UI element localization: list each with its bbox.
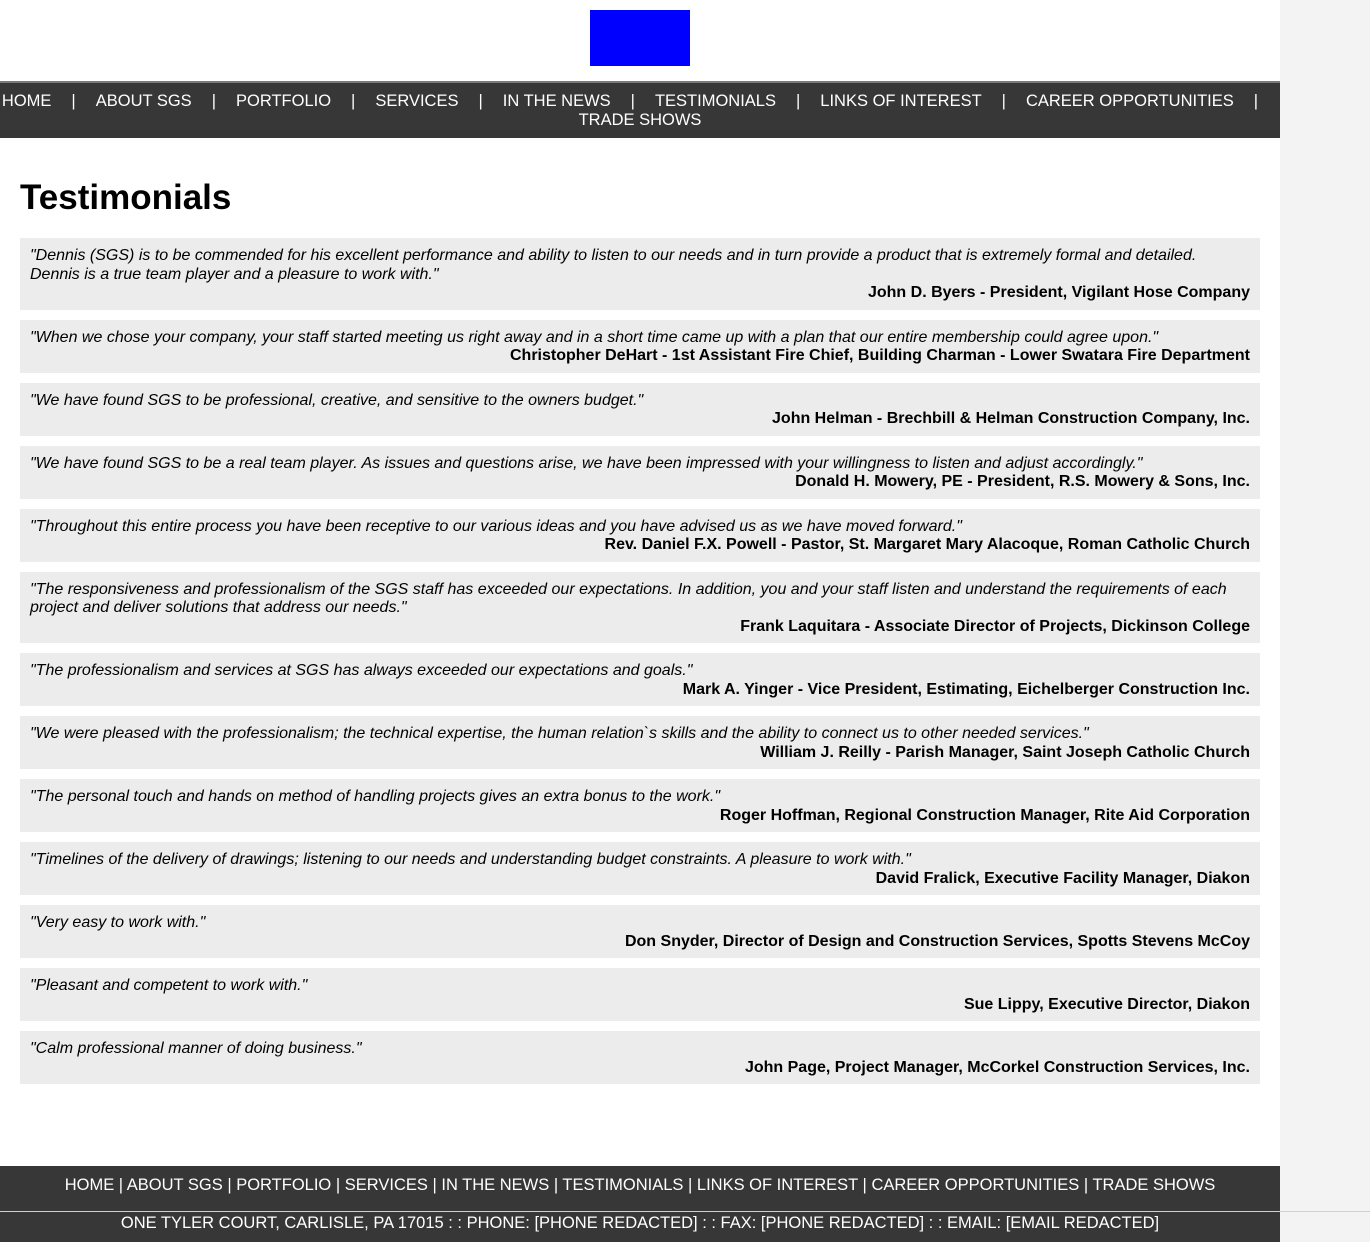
nav-separator: | xyxy=(630,92,635,110)
nav-separator: | xyxy=(211,92,216,110)
testimonial-card: "The responsiveness and professionalism … xyxy=(20,571,1260,643)
nav-separator: | xyxy=(478,92,483,110)
top-nav: HOME | ABOUT SGS | PORTFOLIO | SERVICES | IN THE… xyxy=(0,81,1280,138)
testimonial-card: "We have found SGS to be a real team pla… xyxy=(20,445,1260,499)
testimonial-author: Frank Laquitara - Associate Director of … xyxy=(740,617,1250,635)
testimonial-list: "Dennis (SGS) is to be commended for his… xyxy=(20,238,1260,1094)
testimonial-author: John Helman - Brechbill & Helman Constru… xyxy=(772,410,1250,427)
nav-link-about-sgs[interactable]: ABOUT SGS xyxy=(96,92,192,111)
testimonial-author: Rev. Daniel F.X. Powell - Pastor, St. Ma… xyxy=(604,536,1250,553)
testimonial-card: "We have found SGS to be professional, c… xyxy=(20,382,1260,436)
footer-separator: | xyxy=(427,1176,442,1194)
footer-link-home[interactable]: HOME xyxy=(65,1176,115,1194)
nav-separator: | xyxy=(796,92,801,110)
top-nav-row: TRADE SHOWS xyxy=(0,111,1280,130)
nav-separator: | xyxy=(351,92,356,110)
nav-link-links-of-interest[interactable]: LINKS OF INTEREST xyxy=(820,92,981,111)
top-nav-row: HOME | ABOUT SGS | PORTFOLIO | SERVICES | IN THE… xyxy=(0,92,1280,111)
footer-separator: | xyxy=(549,1176,563,1194)
testimonial-card: "Pleasant and competent to work with." Su… xyxy=(20,968,1260,1021)
testimonial-quote: "Throughout this entire process you have… xyxy=(30,517,962,535)
testimonial-author: Mark A. Yinger - Vice President, Estimat… xyxy=(682,680,1250,698)
footer-address: ONE TYLER COURT, CARLISLE, PA 17015 : : … xyxy=(0,1212,1280,1242)
nav-link-portfolio[interactable]: PORTFOLIO xyxy=(236,92,331,111)
testimonial-card: "When we chose your company, your staff … xyxy=(20,319,1260,373)
footer-link-portfolio[interactable]: PORTFOLIO xyxy=(236,1176,331,1194)
testimonial-quote: "The responsiveness and professionalism … xyxy=(30,580,1227,617)
footer-separator: | xyxy=(114,1176,127,1194)
nav-separator: | xyxy=(71,92,76,110)
testimonial-quote: "Dennis (SGS) is to be commended for his… xyxy=(30,247,1197,283)
testimonial-author: Sue Lippy, Executive Director, Diakon xyxy=(963,995,1250,1013)
logo[interactable] xyxy=(590,10,690,66)
testimonial-quote: "The personal touch and hands on method … xyxy=(30,788,721,805)
nav-link-trade-shows[interactable]: TRADE SHOWS xyxy=(579,111,702,130)
footer-separator: | xyxy=(1079,1176,1093,1194)
testimonial-card: "The professionalism and services at SGS… xyxy=(20,653,1260,706)
footer-separator: | xyxy=(331,1176,345,1194)
testimonial-card: "The personal touch and hands on method … xyxy=(20,779,1260,832)
nav-link-home[interactable]: HOME xyxy=(2,92,52,111)
testimonial-author: William J. Reilly - Parish Manager, Sain… xyxy=(760,743,1250,761)
nav-link-career-opportunities[interactable]: CAREER OPPORTUNITIES xyxy=(1026,92,1234,111)
footer-link-testimonials[interactable]: TESTIMONIALS xyxy=(562,1176,683,1194)
testimonial-author: John D. Byers - President, Vigilant Hose… xyxy=(867,284,1250,301)
nav-separator: | xyxy=(1253,92,1259,110)
footer-link-career-opportunities[interactable]: CAREER OPPORTUNITIES xyxy=(871,1176,1079,1194)
nav-link-testimonials[interactable]: TESTIMONIALS xyxy=(655,92,776,111)
footer-link-in-the-news[interactable]: IN THE NEWS xyxy=(441,1176,549,1194)
testimonial-author: Christopher DeHart - 1st Assistant Fire … xyxy=(510,347,1250,364)
testimonial-quote: "When we chose your company, your staff … xyxy=(30,328,1159,346)
page-title: Testimonials xyxy=(20,178,232,217)
footer-link-services[interactable]: SERVICES xyxy=(345,1176,428,1194)
testimonial-card: "Very easy to work with." Don Snyder, Dir… xyxy=(20,905,1260,958)
testimonial-author: John Page, Project Manager, McCorkel Con… xyxy=(744,1058,1250,1076)
header xyxy=(0,0,1280,81)
nav-link-services[interactable]: SERVICES xyxy=(375,92,458,111)
testimonial-card: "We were pleased with the professionalis… xyxy=(20,716,1260,769)
testimonial-author: Don Snyder, Director of Design and Const… xyxy=(624,932,1250,950)
footer-separator: | xyxy=(857,1176,872,1194)
nav-link-in-the-news[interactable]: IN THE NEWS xyxy=(503,92,611,111)
footer-link-about-sgs[interactable]: ABOUT SGS xyxy=(127,1176,223,1194)
testimonial-quote: "Pleasant and competent to work with." xyxy=(30,977,308,994)
testimonial-quote: "We were pleased with the professionalis… xyxy=(30,725,1089,742)
testimonial-author: David Fralick, Executive Facility Manage… xyxy=(875,869,1250,887)
testimonial-quote: "The professionalism and services at SGS… xyxy=(30,662,693,679)
footer-link-trade-shows[interactable]: TRADE SHOWS xyxy=(1092,1176,1215,1194)
footer-link-links-of-interest[interactable]: LINKS OF INTEREST xyxy=(697,1176,858,1194)
footer-address-bar: ONE TYLER COURT, CARLISLE, PA 17015 : : … xyxy=(0,1211,1370,1242)
footer-separator: | xyxy=(222,1176,237,1194)
page: HOME | ABOUT SGS | PORTFOLIO | SERVICES | IN THE… xyxy=(0,0,1280,1242)
testimonial-author: Roger Hoffman, Regional Construction Man… xyxy=(719,806,1250,824)
testimonial-quote: "We have found SGS to be professional, c… xyxy=(30,391,644,409)
testimonial-author: Donald H. Mowery, PE - President, R.S. M… xyxy=(795,473,1250,490)
testimonial-quote: "Very easy to work with." xyxy=(30,914,206,931)
testimonial-quote: "We have found SGS to be a real team pla… xyxy=(30,454,1143,472)
testimonial-card: "Dennis (SGS) is to be commended for his… xyxy=(20,238,1260,310)
testimonial-card: "Calm professional manner of doing busin… xyxy=(20,1031,1260,1084)
testimonial-quote: "Timelines of the delivery of drawings; … xyxy=(30,851,911,868)
nav-separator: | xyxy=(1001,92,1006,110)
footer-nav: HOME | ABOUT SGS | PORTFOLIO | SERVICES … xyxy=(0,1166,1280,1211)
testimonial-card: "Throughout this entire process you have… xyxy=(20,508,1260,562)
testimonial-quote: "Calm professional manner of doing busin… xyxy=(30,1040,362,1057)
testimonial-card: "Timelines of the delivery of drawings; … xyxy=(20,842,1260,895)
footer-separator: | xyxy=(683,1176,697,1194)
